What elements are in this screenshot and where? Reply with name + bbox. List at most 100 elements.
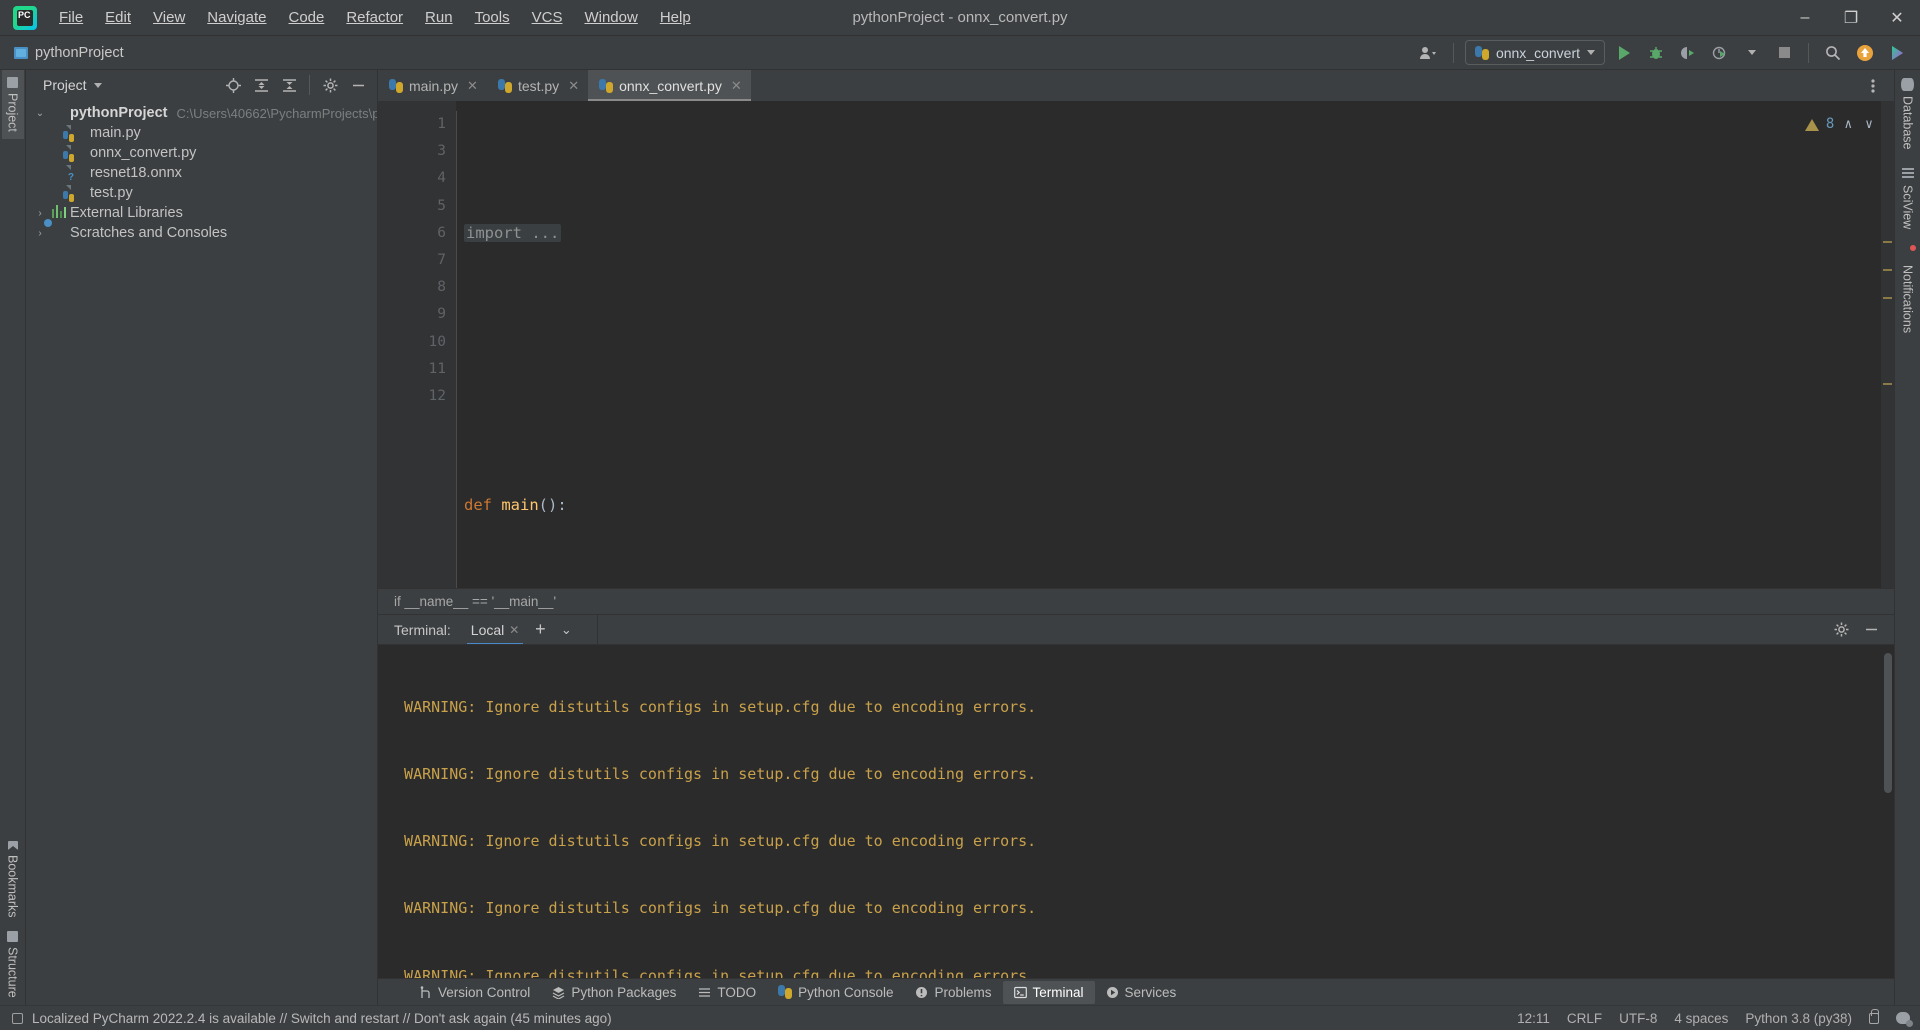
debug-icon[interactable] [1643,40,1669,66]
tool-button-services[interactable]: Services [1095,981,1188,1004]
code-line-3[interactable] [456,301,1894,328]
code-editor[interactable]: 1 3 4 5 6 7 8 9 10 11 12 import ... def … [378,101,1894,588]
tab-onnx-convert-py[interactable]: onnx_convert.py ✕ [588,70,751,101]
menu-navigate[interactable]: Navigate [196,5,277,30]
terminal-scrollbar[interactable] [1884,653,1892,793]
run-configuration-selector[interactable]: onnx_convert [1464,40,1605,65]
run-icon[interactable] [1611,40,1637,66]
status-caret-position[interactable]: 12:11 [1517,1011,1550,1026]
services-icon [1106,986,1118,998]
menu-view[interactable]: View [142,5,196,30]
tree-node-scratches-consoles[interactable]: › Scratches and Consoles [26,223,377,243]
code-line-5[interactable]: def main(): [456,492,1894,519]
previous-problem-icon[interactable]: ∧ [1841,111,1855,138]
more-options-icon[interactable] [1860,73,1886,99]
stripe-marker[interactable] [1883,383,1892,385]
sidebar-item-structure[interactable]: Structure [2,924,24,1005]
tab-label-onnx-convert-py: onnx_convert.py [619,77,722,94]
tree-node-main-py[interactable]: main.py [26,123,377,143]
tool-button-todo[interactable]: TODO [687,981,767,1004]
tree-node-external-libraries[interactable]: › External Libraries [26,203,377,223]
code-line-1[interactable]: import ... [456,220,1894,247]
ide-feature-trainer-icon[interactable] [1884,40,1910,66]
menu-run[interactable]: Run [414,5,464,30]
menu-edit[interactable]: Edit [94,5,142,30]
tool-button-python-packages[interactable]: Python Packages [541,981,687,1004]
chevron-down-icon[interactable]: ⌄ [34,108,46,119]
tool-button-version-control[interactable]: Version Control [408,981,541,1004]
inspection-widget[interactable]: 8 ∧ ∨ [1804,111,1876,149]
stripe-marker[interactable] [1883,297,1892,299]
terminal-sessions-dropdown-icon[interactable]: ⌄ [553,617,579,643]
profile-dropdown-icon[interactable] [1739,40,1765,66]
terminal-output[interactable]: WARNING: Ignore distutils configs in set… [378,644,1894,978]
minimize-button[interactable]: – [1782,0,1828,36]
update-project-icon[interactable] [1852,40,1878,66]
tool-button-problems[interactable]: Problems [904,981,1002,1004]
menu-help[interactable]: Help [649,5,702,30]
terminal-tab-local[interactable]: Local ✕ [463,615,528,645]
profile-icon[interactable] [1707,40,1733,66]
status-interpreter[interactable]: Python 3.8 (py38) [1745,1011,1852,1026]
maximize-button[interactable]: ❐ [1828,0,1874,36]
account-icon[interactable] [1416,40,1442,66]
close-button[interactable]: ✕ [1874,0,1920,36]
status-message[interactable]: Localized PyCharm 2022.2.4 is available … [32,1011,612,1026]
hide-panel-icon[interactable] [1858,617,1884,643]
status-notification-icon[interactable] [12,1012,23,1024]
editor-gutter[interactable]: 1 3 4 5 6 7 8 9 10 11 12 [378,101,456,588]
expand-all-icon[interactable] [248,72,274,98]
status-indent[interactable]: 4 spaces [1674,1011,1728,1026]
menu-tools[interactable]: Tools [464,5,521,30]
inspection-widget-icon[interactable] [1896,1012,1913,1027]
tree-node-resnet18-onnx[interactable]: ? resnet18.onnx [26,163,377,183]
stripe-marker[interactable] [1883,269,1892,271]
sidebar-item-database[interactable]: Database [1901,78,1915,150]
tab-test-py[interactable]: test.py ✕ [487,70,588,101]
folded-import-region[interactable]: import ... [464,223,562,242]
breadcrumb[interactable]: pythonProject [14,45,124,61]
tree-node-onnx-convert-py[interactable]: onnx_convert.py [26,143,377,163]
sidebar-item-bookmarks[interactable]: Bookmarks [2,834,24,925]
menu-file[interactable]: File [48,5,94,30]
run-with-coverage-icon[interactable] [1675,40,1701,66]
tree-node-pythonproject[interactable]: ⌄ pythonProject C:\Users\40662\PycharmPr… [26,103,377,123]
close-icon[interactable]: ✕ [568,78,579,94]
menu-code[interactable]: Code [277,5,335,30]
settings-gear-icon[interactable] [1828,617,1854,643]
status-bar-right: 12:11 CRLF UTF-8 4 spaces Python 3.8 (py… [1517,1008,1913,1027]
chevron-right-icon[interactable]: › [34,228,46,239]
hide-panel-icon[interactable] [345,72,371,98]
tab-main-py[interactable]: main.py ✕ [378,70,487,101]
status-line-separator[interactable]: CRLF [1567,1011,1602,1026]
next-problem-icon[interactable]: ∨ [1862,111,1876,138]
collapse-all-icon[interactable] [276,72,302,98]
editor-breadcrumb-bar[interactable]: if __name__ == '__main__' [378,588,1894,614]
close-icon[interactable]: ✕ [509,623,519,637]
terminal-line: WARNING: Ignore distutils configs in set… [386,899,1037,918]
search-everywhere-icon[interactable] [1820,40,1846,66]
project-panel-title-group[interactable]: Project [36,77,102,93]
settings-gear-icon[interactable] [317,72,343,98]
menu-window[interactable]: Window [573,5,648,30]
new-terminal-session-icon[interactable]: + [527,617,553,643]
select-opened-file-icon[interactable] [220,72,246,98]
menu-vcs[interactable]: VCS [521,5,574,30]
error-stripe-marker-column[interactable] [1881,101,1894,588]
sidebar-item-notifications[interactable]: Notifications [1901,244,1916,333]
stripe-marker[interactable] [1883,241,1892,243]
menu-refactor[interactable]: Refactor [335,5,414,30]
status-encoding[interactable]: UTF-8 [1619,1011,1657,1026]
tree-node-test-py[interactable]: test.py [26,183,377,203]
tool-button-python-console[interactable]: Python Console [767,981,904,1004]
close-icon[interactable]: ✕ [731,78,742,94]
sidebar-item-project[interactable]: Project [1,70,24,139]
unlocked-icon[interactable] [1869,1008,1879,1024]
code-content[interactable]: import ... def main(): model = torchvisi… [456,101,1894,588]
chevron-right-icon[interactable]: › [34,208,46,219]
code-line-4[interactable] [456,383,1894,410]
tool-button-terminal[interactable]: Terminal [1002,980,1095,1004]
sidebar-item-sciview[interactable]: SciView [1901,167,1915,229]
stop-icon[interactable] [1771,40,1797,66]
close-icon[interactable]: ✕ [467,78,478,94]
